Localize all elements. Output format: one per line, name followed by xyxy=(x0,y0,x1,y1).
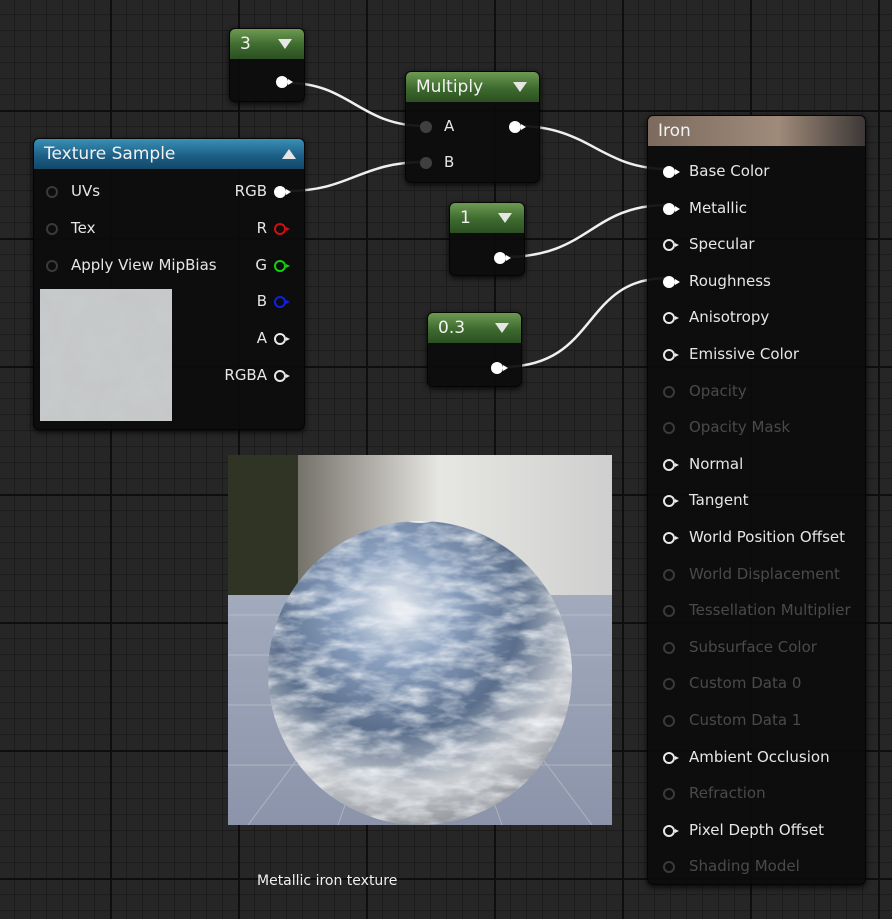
r-label: R xyxy=(256,219,267,237)
material-pin-label: Emissive Color xyxy=(689,345,800,363)
material-pin-label: Subsurface Color xyxy=(689,637,817,656)
material-pin-13[interactable] xyxy=(663,641,675,654)
texture-sample-node[interactable]: Texture Sample UVs Tex Apply View MipBia… xyxy=(33,138,305,430)
material-pin-label: Refraction xyxy=(689,784,766,803)
b-output-pin[interactable] xyxy=(274,296,290,308)
material-pin-label: Base Color xyxy=(689,162,770,180)
material-pin-19[interactable] xyxy=(663,861,675,874)
constant-3-value: 3 xyxy=(240,34,251,54)
collapse-icon[interactable] xyxy=(498,213,512,223)
texture-sample-header[interactable]: Texture Sample xyxy=(34,139,304,169)
constant-3-output-pin[interactable] xyxy=(276,76,293,88)
material-pin-17[interactable] xyxy=(663,788,675,801)
wire-multiply-to-basecolor[interactable] xyxy=(517,124,669,171)
material-pin-label: Specular xyxy=(689,235,755,254)
material-pin-12[interactable] xyxy=(663,605,675,618)
tex-input-pin[interactable] xyxy=(46,223,58,235)
uvs-input-pin[interactable] xyxy=(46,186,58,198)
material-pin-label: Normal xyxy=(689,454,744,473)
wire-1-to-metallic[interactable] xyxy=(504,203,669,259)
rgba-output-pin[interactable] xyxy=(274,370,290,382)
collapse-icon[interactable] xyxy=(495,323,509,333)
texture-sample-title: Texture Sample xyxy=(44,144,176,164)
constant-03-output-pin[interactable] xyxy=(491,362,508,374)
material-pin-16[interactable] xyxy=(663,751,679,764)
r-output-pin[interactable] xyxy=(274,223,290,235)
multiply-output-pin[interactable] xyxy=(509,121,526,133)
material-pin-label: Anisotropy xyxy=(689,308,770,327)
material-pin-label: World Displacement xyxy=(689,564,840,583)
material-pin-label: Opacity xyxy=(689,381,747,400)
multiply-input-b-pin[interactable] xyxy=(420,157,432,169)
multiply-title: Multiply xyxy=(416,77,484,97)
material-pin-label: Custom Data 1 xyxy=(689,711,802,729)
material-preview-viewport[interactable] xyxy=(228,455,612,825)
constant-03-header[interactable]: 0.3 xyxy=(428,313,521,343)
material-pin-6[interactable] xyxy=(663,385,675,398)
constant-1-output-pin[interactable] xyxy=(494,252,511,264)
material-graph-canvas[interactable]: 3 Multiply A B Texture Sample UVs Tex Ap… xyxy=(0,0,892,919)
material-pin-label: Metallic xyxy=(689,198,747,217)
material-pin-8[interactable] xyxy=(663,458,679,471)
constant-1-header[interactable]: 1 xyxy=(450,203,524,233)
rgb-label: RGB xyxy=(234,182,267,200)
rgba-label: RGBA xyxy=(224,366,267,384)
material-pin-label: Roughness xyxy=(689,271,771,290)
multiply-node[interactable]: Multiply A B xyxy=(405,71,540,183)
material-pin-11[interactable] xyxy=(663,568,675,581)
a-output-pin[interactable] xyxy=(274,333,290,345)
a-label: A xyxy=(256,329,267,347)
material-pin-0[interactable] xyxy=(663,166,680,178)
material-header[interactable]: Iron xyxy=(648,116,865,146)
material-pin-5[interactable] xyxy=(663,349,679,361)
multiply-header[interactable]: Multiply xyxy=(406,72,539,102)
material-pin-3[interactable] xyxy=(663,275,680,288)
mipbias-input-pin[interactable] xyxy=(46,260,58,272)
constant-03-node[interactable]: 0.3 xyxy=(427,312,522,387)
material-pin-label: World Position Offset xyxy=(689,528,845,546)
material-pin-label: Tessellation Multiplier xyxy=(689,601,851,620)
material-pin-label: Opacity Mask xyxy=(689,418,791,437)
wire-03-to-roughness[interactable] xyxy=(501,276,669,369)
material-pin-2[interactable] xyxy=(663,239,679,252)
constant-3-header[interactable]: 3 xyxy=(230,29,304,59)
collapse-icon[interactable] xyxy=(282,149,296,159)
g-output-pin[interactable] xyxy=(274,260,290,272)
material-pin-label: Pixel Depth Offset xyxy=(689,820,824,839)
texture-thumbnail xyxy=(40,289,172,421)
collapse-icon[interactable] xyxy=(278,39,292,49)
material-pin-14[interactable] xyxy=(663,678,675,691)
g-label: G xyxy=(255,256,267,274)
multiply-input-a-label: A xyxy=(444,117,455,135)
uvs-label: UVs xyxy=(71,182,101,200)
multiply-input-a-pin[interactable] xyxy=(420,121,432,133)
collapse-icon[interactable] xyxy=(513,82,527,92)
material-pin-1[interactable] xyxy=(663,202,680,215)
preview-caption: Metallic iron texture xyxy=(257,873,398,889)
material-title: Iron xyxy=(658,121,691,141)
material-pin-9[interactable] xyxy=(663,495,679,508)
material-pin-7[interactable] xyxy=(663,422,675,435)
material-pin-label: Custom Data 0 xyxy=(689,674,802,693)
material-pin-label: Shading Model xyxy=(689,857,800,876)
constant-1-value: 1 xyxy=(460,208,471,228)
constant-1-node[interactable]: 1 xyxy=(449,202,525,276)
material-pin-18[interactable] xyxy=(663,824,679,837)
rgb-output-pin[interactable] xyxy=(274,186,291,198)
constant-3-node[interactable]: 3 xyxy=(229,28,305,102)
mipbias-label: Apply View MipBias xyxy=(71,256,217,274)
multiply-input-b-label: B xyxy=(444,153,455,171)
material-pin-4[interactable] xyxy=(663,312,679,325)
tex-label: Tex xyxy=(71,219,96,237)
constant-03-value: 0.3 xyxy=(438,318,466,338)
material-pin-label: Tangent xyxy=(689,491,749,510)
b-label: B xyxy=(256,292,267,310)
material-result-node[interactable]: Iron Base Color Metallic Specular Roughness… xyxy=(647,115,866,885)
material-pin-15[interactable] xyxy=(663,715,675,727)
material-pin-label: Ambient Occlusion xyxy=(689,747,830,766)
material-pin-10[interactable] xyxy=(663,532,679,544)
